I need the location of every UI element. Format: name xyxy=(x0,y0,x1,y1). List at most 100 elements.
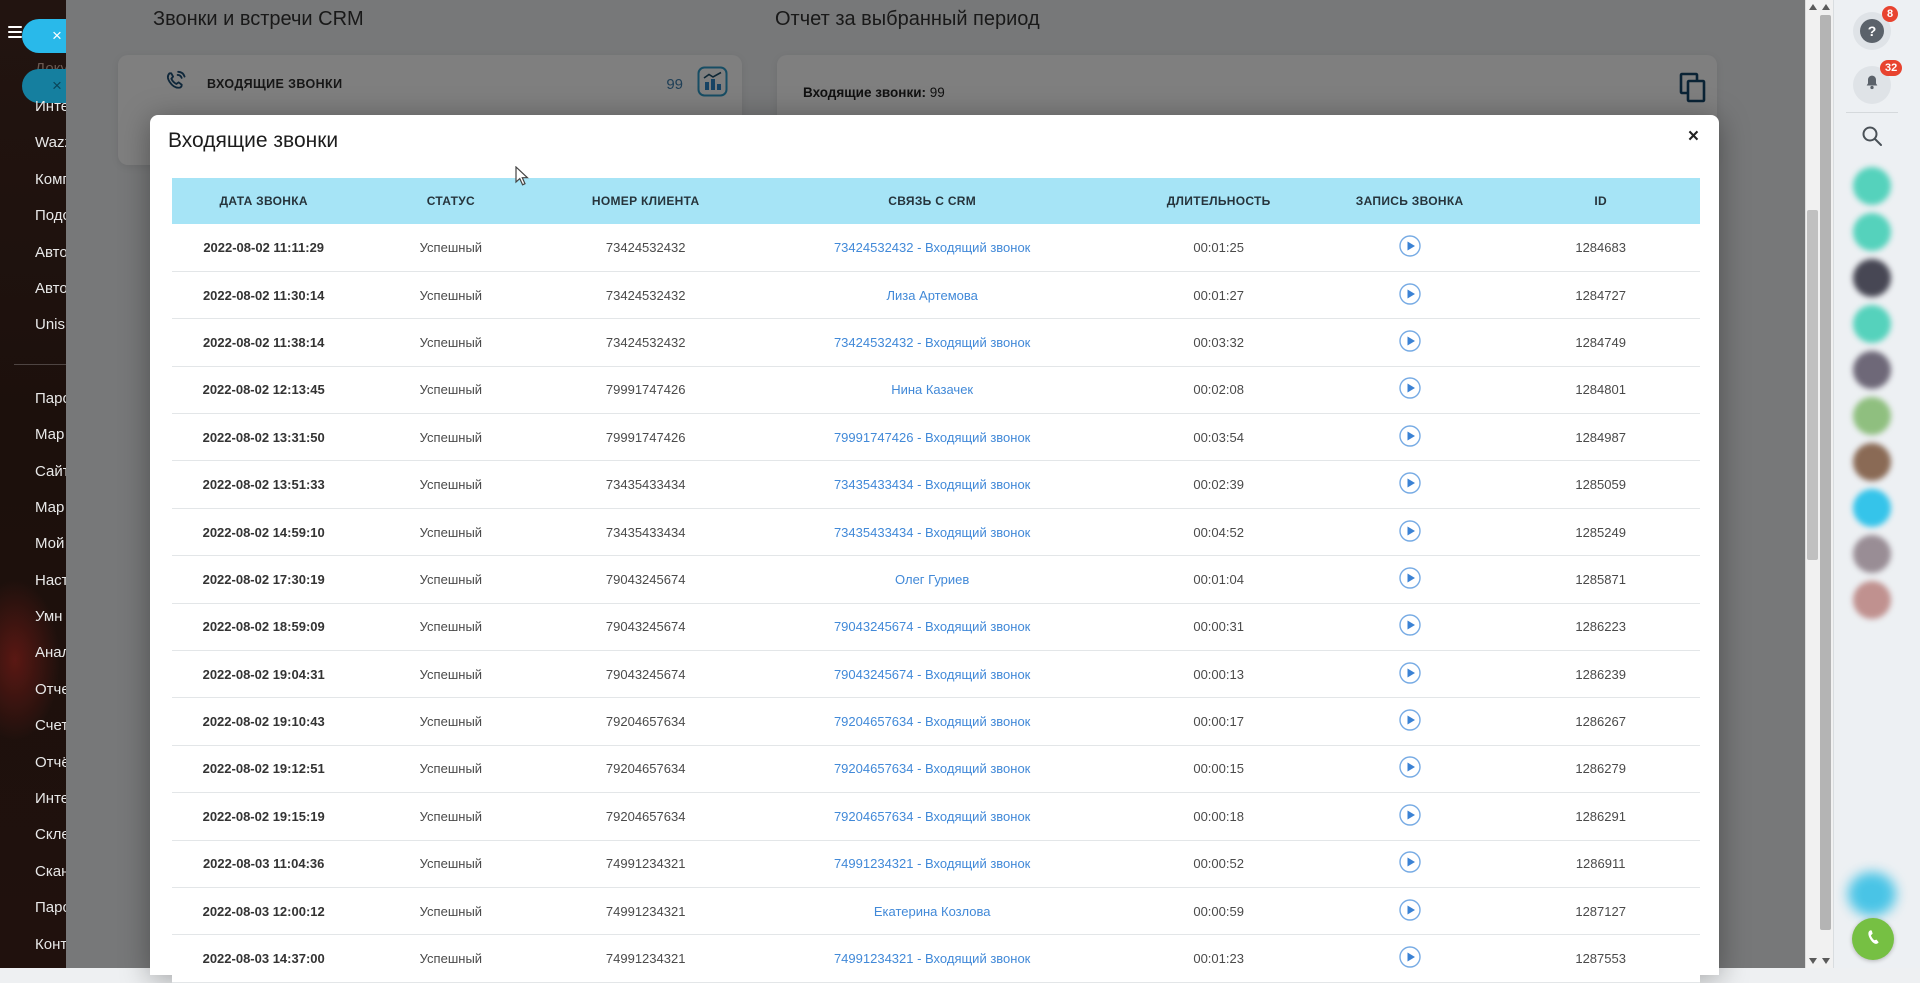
call-duration: 00:00:13 xyxy=(1119,650,1318,699)
play-record-button[interactable] xyxy=(1398,851,1421,873)
sidebar-menu-item[interactable]: Отче xyxy=(35,672,66,708)
crm-link[interactable]: Екатерина Козлова xyxy=(874,904,991,919)
crm-link[interactable]: 79043245674 - Входящий звонок xyxy=(834,667,1030,682)
hamburger-menu-icon[interactable] xyxy=(8,26,22,38)
sidebar-menu-item[interactable]: Авто xyxy=(35,235,66,271)
avatar[interactable] xyxy=(1853,305,1891,343)
close-icon[interactable]: × xyxy=(1688,127,1699,146)
sidebar-menu-item[interactable]: Комп xyxy=(35,162,66,198)
crm-link[interactable]: 73424532432 - Входящий звонок xyxy=(834,335,1030,350)
play-record-button[interactable] xyxy=(1398,425,1421,447)
sidebar-menu-item[interactable]: Умн xyxy=(35,599,66,635)
crm-link[interactable]: Лиза Артемова xyxy=(886,288,977,303)
play-record-button[interactable] xyxy=(1398,614,1421,637)
avatar[interactable] xyxy=(1853,443,1891,481)
play-record-button[interactable] xyxy=(1398,567,1421,589)
play-record-button[interactable] xyxy=(1398,377,1421,400)
avatar[interactable] xyxy=(1853,397,1891,435)
crm-link[interactable]: 73424532432 - Входящий звонок xyxy=(834,240,1030,255)
client-number: 74991234321 xyxy=(546,934,745,983)
call-date: 2022-08-02 11:11:29 xyxy=(172,224,356,272)
avatar[interactable] xyxy=(1853,535,1891,573)
sidebar-menu-item[interactable]: Конт xyxy=(35,927,66,963)
sidebar-menu-item[interactable]: Наст xyxy=(35,563,66,599)
call-status: Успешный xyxy=(355,224,547,272)
crm-link[interactable]: 79991747426 - Входящий звонок xyxy=(834,430,1030,445)
sidebar-menu-item[interactable]: Авто xyxy=(35,271,66,307)
crm-link[interactable]: Олег Гуриев xyxy=(895,572,969,587)
sidebar-menu-item[interactable]: Подс xyxy=(35,198,66,234)
client-number: 79043245674 xyxy=(546,603,745,652)
crm-link[interactable]: 79204657634 - Входящий звонок xyxy=(834,761,1030,776)
bell-icon xyxy=(1862,73,1882,98)
play-record-button[interactable] xyxy=(1398,662,1421,684)
sidebar-menu-item[interactable]: Анал xyxy=(35,635,66,671)
play-record-button[interactable] xyxy=(1398,282,1421,305)
play-record-button[interactable] xyxy=(1398,472,1421,494)
avatar[interactable] xyxy=(1853,259,1891,297)
search-icon[interactable] xyxy=(1860,124,1884,148)
play-record-button[interactable] xyxy=(1398,898,1421,921)
play-record-button[interactable] xyxy=(1398,804,1421,826)
call-id: 1284683 xyxy=(1501,224,1700,272)
avatar[interactable] xyxy=(1853,489,1891,527)
table-row: 2022-08-02 18:59:09 Успешный 79043245674… xyxy=(172,603,1700,652)
crm-link[interactable]: 74991234321 - Входящий звонок xyxy=(834,951,1030,966)
sidebar-menu-item[interactable]: Мар xyxy=(35,417,66,453)
sidebar-menu-item[interactable]: Wazz xyxy=(35,125,66,161)
crm-link[interactable]: 73435433434 - Входящий звонок xyxy=(834,477,1030,492)
crm-link[interactable]: 79043245674 - Входящий звонок xyxy=(834,619,1030,634)
main-scrollbar[interactable] xyxy=(1805,0,1819,968)
sidebar-menu-item[interactable]: Мар xyxy=(35,490,66,526)
scroll-up-arrow[interactable] xyxy=(1822,4,1830,10)
call-id: 1284727 xyxy=(1501,271,1700,320)
avatar[interactable] xyxy=(1853,581,1891,619)
play-record-button[interactable] xyxy=(1398,756,1421,779)
avatar[interactable] xyxy=(1853,351,1891,389)
call-button[interactable] xyxy=(1852,918,1894,960)
sidebar-close-button[interactable]: × xyxy=(22,19,66,53)
incoming-calls-modal: Входящие звонки × ДАТА ЗВОНКА СТАТУС НОМЕР… xyxy=(150,115,1719,983)
column-header: НОМЕР КЛИЕНТА xyxy=(546,178,745,224)
call-id: 1285249 xyxy=(1501,508,1700,557)
play-record-button[interactable] xyxy=(1398,519,1421,542)
scroll-up-arrow[interactable] xyxy=(1809,4,1817,10)
crm-link[interactable]: 73435433434 - Входящий звонок xyxy=(834,525,1030,540)
call-id: 1286267 xyxy=(1501,697,1700,746)
sidebar-menu-item[interactable]: Мой xyxy=(35,526,66,562)
sidebar-menu-item[interactable]: Отчё xyxy=(35,745,66,781)
call-status: Успешный xyxy=(355,840,547,888)
crm-link[interactable]: 79204657634 - Входящий звонок xyxy=(834,809,1030,824)
table-row: 2022-08-03 12:00:12 Успешный 74991234321… xyxy=(172,887,1700,936)
scrollbar-thumb[interactable] xyxy=(1820,15,1831,930)
sidebar-menu-item[interactable]: Счет xyxy=(35,708,66,744)
play-record-button[interactable] xyxy=(1398,946,1421,968)
window-scrollbar[interactable] xyxy=(1819,0,1833,968)
client-number: 73435433434 xyxy=(546,460,745,509)
crm-link[interactable]: 79204657634 - Входящий звонок xyxy=(834,714,1030,729)
avatar[interactable] xyxy=(1853,213,1891,251)
avatar[interactable] xyxy=(1853,167,1891,205)
sidebar-menu-item[interactable]: Скле xyxy=(35,817,66,853)
scroll-down-arrow[interactable] xyxy=(1822,958,1830,964)
call-id: 1286911 xyxy=(1501,840,1700,888)
play-record-button[interactable] xyxy=(1398,330,1421,352)
scroll-down-arrow[interactable] xyxy=(1809,958,1817,964)
sidebar-menu-item[interactable]: Инте xyxy=(35,781,66,817)
call-id: 1286223 xyxy=(1501,603,1700,652)
sidebar-menu-item[interactable]: Скан xyxy=(35,854,66,890)
crm-link[interactable]: Нина Казачек xyxy=(891,382,973,397)
play-record-button[interactable] xyxy=(1398,709,1421,731)
play-record-button[interactable] xyxy=(1398,235,1421,257)
call-duration: 00:00:17 xyxy=(1119,697,1318,746)
sidebar-menu-item[interactable]: Паро xyxy=(35,381,66,417)
sidebar-menu-item[interactable]: Сайт xyxy=(35,454,66,490)
table-body: 2022-08-02 11:11:29 Успешный 73424532432… xyxy=(172,224,1700,983)
call-id: 1284987 xyxy=(1501,413,1700,462)
sidebar-menu-item[interactable]: Паро xyxy=(35,890,66,926)
sidebar-menu-item[interactable]: Инте xyxy=(35,89,66,125)
scrollbar-thumb[interactable] xyxy=(1807,210,1818,560)
call-duration: 00:01:27 xyxy=(1119,271,1318,320)
crm-link[interactable]: 74991234321 - Входящий звонок xyxy=(834,856,1030,871)
sidebar-menu-item[interactable]: Unis xyxy=(35,307,66,343)
